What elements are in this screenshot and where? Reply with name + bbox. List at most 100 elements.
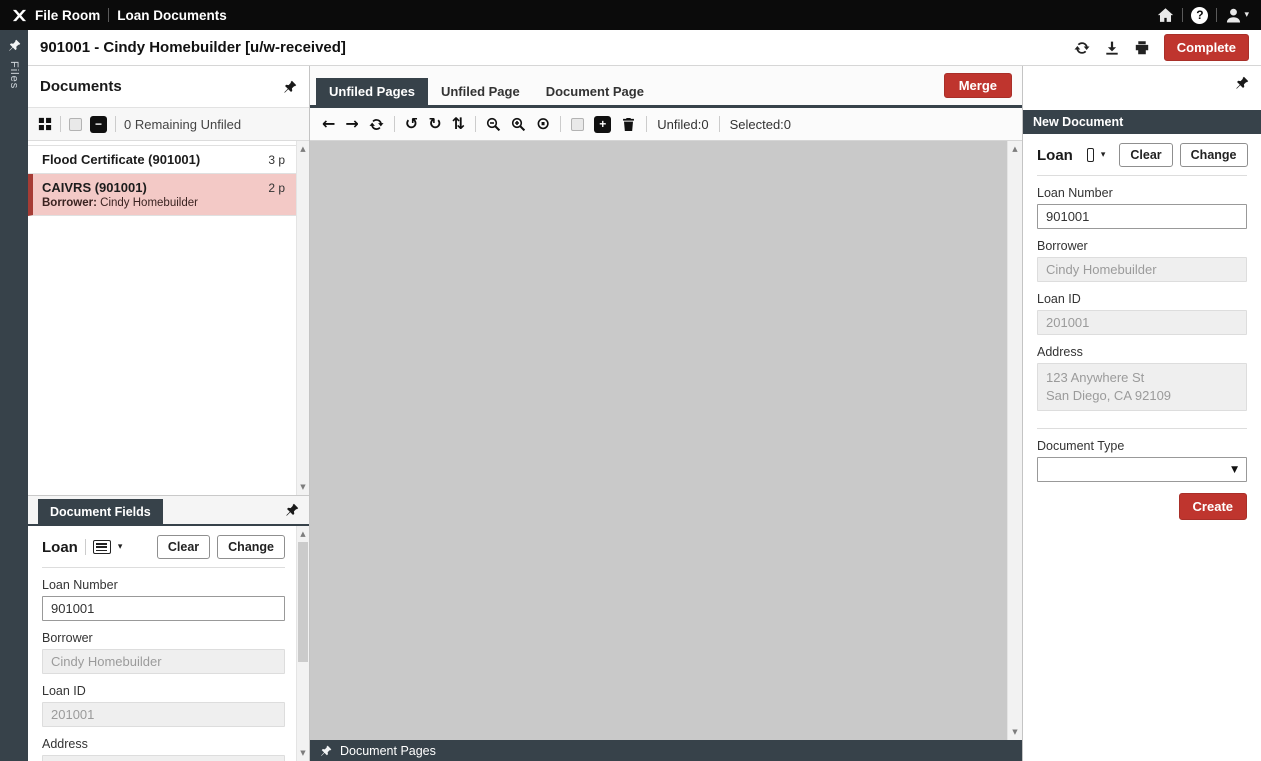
documents-panel: Documents 0 Remaining Unfiled Flood Cert… — [28, 66, 310, 761]
topbar-divider — [1182, 8, 1183, 22]
download-icon[interactable] — [1104, 40, 1120, 56]
borrower-field — [42, 649, 285, 674]
top-navigation-bar: File Room Loan Documents — [0, 0, 1261, 30]
toolbar-divider — [719, 116, 720, 132]
new-document-panel: New Document Loan Clear Change Loan Numb… — [1023, 66, 1261, 761]
print-icon[interactable] — [1134, 40, 1150, 56]
select-all-documents-checkbox[interactable] — [69, 118, 82, 131]
scroll-down-icon[interactable] — [297, 749, 309, 757]
document-page-count: 3 p — [268, 153, 285, 167]
user-menu-icon[interactable] — [1225, 7, 1249, 24]
canvas-scrollbar[interactable] — [1007, 141, 1022, 740]
topbar-divider — [108, 8, 109, 22]
toolbar-divider — [394, 116, 395, 132]
next-page-icon[interactable] — [345, 116, 358, 132]
entity-row: Loan Clear Change — [1037, 134, 1247, 176]
refresh-icon[interactable] — [1074, 40, 1090, 56]
app-logo-icon[interactable] — [12, 8, 27, 23]
loan-id-label: Loan ID — [42, 684, 285, 698]
create-button[interactable]: Create — [1179, 493, 1247, 520]
entity-row: Loan Clear Change — [42, 526, 285, 568]
chevron-down-icon[interactable] — [1101, 150, 1106, 160]
document-pages-label: Document Pages — [340, 744, 436, 758]
zoom-in-icon[interactable] — [511, 117, 526, 132]
new-document-header: New Document — [1023, 110, 1261, 134]
rotate-right-icon[interactable] — [428, 116, 441, 132]
home-icon[interactable] — [1157, 7, 1174, 24]
document-type-select[interactable] — [1037, 457, 1247, 482]
loan-number-field[interactable] — [42, 596, 285, 621]
zoom-out-icon[interactable] — [486, 117, 501, 132]
file-header-bar: 901001 - Cindy Homebuilder [u/w-received… — [28, 30, 1261, 66]
grid-view-icon[interactable] — [38, 117, 52, 131]
document-name: CAIVRS (901001) — [42, 180, 147, 195]
address-label: Address — [1037, 345, 1247, 359]
entity-divider — [85, 539, 86, 555]
change-button[interactable]: Change — [217, 535, 285, 559]
document-fields-pin-icon[interactable] — [285, 503, 299, 517]
address-field: 123 Anywhere St San Diego, CA 92109 — [42, 755, 285, 761]
document-pages-bar[interactable]: Document Pages — [310, 740, 1022, 761]
document-list-item-selected[interactable]: CAIVRS (901001) 2 p Borrower: Cindy Home… — [28, 174, 309, 216]
help-icon[interactable] — [1191, 7, 1208, 24]
select-all-pages-checkbox[interactable] — [571, 118, 584, 131]
page-canvas — [310, 141, 1022, 740]
loan-number-label: Loan Number — [1037, 186, 1247, 200]
rotate-left-icon[interactable] — [405, 116, 418, 132]
document-name: Flood Certificate (901001) — [42, 152, 200, 167]
document-fields-content: Loan Clear Change Loan Number Borrower — [28, 526, 309, 761]
entity-menu-icon[interactable] — [93, 540, 111, 554]
delete-page-icon[interactable] — [621, 117, 636, 132]
tab-unfiled-pages[interactable]: Unfiled Pages — [316, 78, 428, 105]
tab-unfiled-page[interactable]: Unfiled Page — [428, 78, 533, 105]
borrower-sub-value: Cindy Homebuilder — [100, 197, 198, 209]
tab-document-fields[interactable]: Document Fields — [38, 499, 163, 524]
topbar-section-title: Loan Documents — [117, 8, 227, 23]
document-list-item[interactable]: Flood Certificate (901001) 3 p — [28, 145, 309, 174]
scroll-down-icon[interactable] — [297, 483, 309, 491]
borrower-label: Borrower — [1037, 239, 1247, 253]
borrower-label: Borrower — [42, 631, 285, 645]
unfiled-count-status: Unfiled:0 — [657, 117, 708, 132]
actual-size-icon[interactable] — [536, 116, 550, 133]
document-fields-scrollbar[interactable] — [296, 526, 309, 761]
complete-button[interactable]: Complete — [1164, 34, 1249, 61]
merge-button[interactable]: Merge — [944, 73, 1012, 98]
clear-button[interactable]: Clear — [1119, 143, 1172, 167]
scroll-up-icon[interactable] — [297, 530, 309, 538]
entity-menu-icon[interactable] — [1087, 148, 1094, 162]
new-document-content: Loan Clear Change Loan Number Borrower L… — [1023, 134, 1261, 761]
loan-number-field[interactable] — [1037, 204, 1247, 229]
topbar-divider — [1216, 8, 1217, 22]
selected-count-status: Selected:0 — [730, 117, 791, 132]
clear-button[interactable]: Clear — [157, 535, 210, 559]
files-rail-tab[interactable]: Files — [8, 61, 20, 89]
scroll-down-icon[interactable] — [1008, 728, 1022, 736]
files-rail: Files — [0, 30, 28, 761]
documents-list-scrollbar[interactable] — [296, 141, 309, 495]
previous-page-icon[interactable] — [322, 116, 335, 132]
new-document-panel-top — [1023, 66, 1261, 110]
sort-pages-icon[interactable] — [452, 116, 465, 132]
add-page-icon[interactable] — [594, 116, 611, 133]
scrollbar-thumb[interactable] — [298, 542, 308, 662]
documents-list: Flood Certificate (901001) 3 p CAIVRS (9… — [28, 141, 309, 496]
refresh-pages-icon[interactable] — [369, 117, 384, 132]
remaining-unfiled-count: 0 Remaining Unfiled — [124, 117, 241, 132]
documents-pin-icon[interactable] — [283, 80, 297, 94]
change-button[interactable]: Change — [1180, 143, 1248, 167]
borrower-field — [1037, 257, 1247, 282]
new-document-pin-icon[interactable] — [1235, 76, 1249, 90]
address-label: Address — [42, 737, 285, 751]
files-pin-icon[interactable] — [8, 39, 21, 52]
chevron-down-icon[interactable] — [118, 542, 123, 552]
loan-id-label: Loan ID — [1037, 292, 1247, 306]
collapse-all-icon[interactable] — [90, 116, 107, 133]
scroll-up-icon[interactable] — [1008, 145, 1022, 153]
loan-id-field — [1037, 310, 1247, 335]
tab-document-page[interactable]: Document Page — [533, 78, 657, 105]
document-pages-pin-icon[interactable] — [320, 745, 332, 757]
scroll-up-icon[interactable] — [297, 145, 309, 153]
document-type-label: Document Type — [1037, 439, 1247, 453]
new-document-title: New Document — [1033, 115, 1123, 129]
